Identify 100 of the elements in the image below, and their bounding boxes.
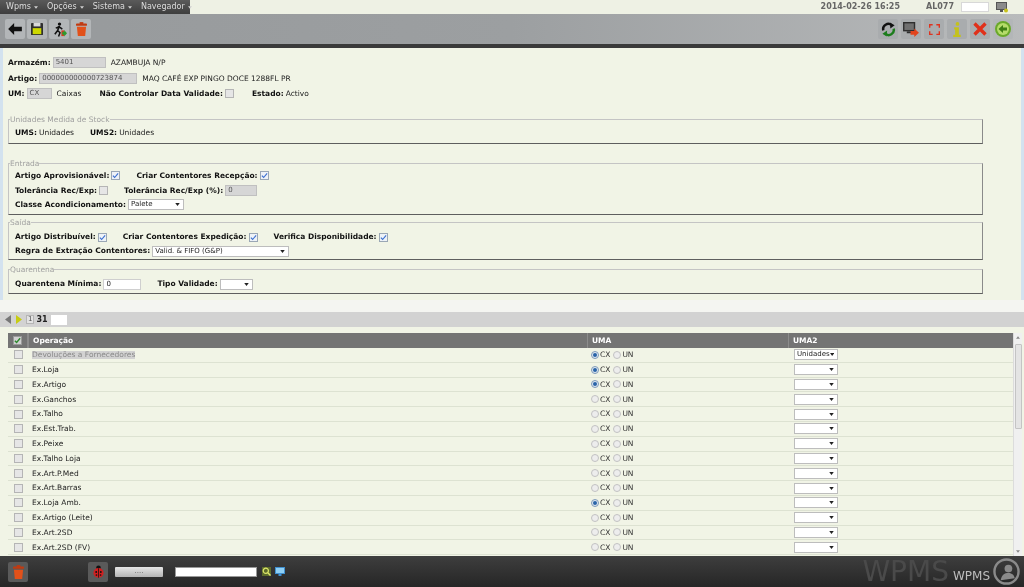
checkbox[interactable] — [13, 468, 23, 478]
radio-button[interactable] — [613, 454, 622, 463]
checkbox[interactable] — [259, 171, 269, 181]
checkbox[interactable] — [13, 394, 23, 404]
delete-button[interactable] — [8, 561, 28, 582]
radio-button[interactable] — [613, 365, 622, 374]
select-field[interactable] — [794, 482, 838, 494]
radio-button[interactable] — [613, 350, 622, 359]
confirm-button[interactable] — [993, 19, 1013, 39]
radio-button[interactable] — [591, 365, 599, 374]
caret-icon — [33, 5, 38, 9]
radio-button[interactable] — [613, 395, 622, 404]
select-field[interactable] — [794, 541, 838, 553]
radio-button[interactable] — [613, 424, 622, 433]
search-button[interactable] — [262, 567, 271, 576]
radio-button[interactable] — [613, 410, 622, 419]
exit-button[interactable] — [49, 19, 69, 39]
select-field[interactable] — [794, 526, 838, 538]
radio-button[interactable] — [591, 380, 599, 389]
display-button[interactable] — [275, 567, 285, 576]
checkbox[interactable] — [99, 185, 109, 195]
checkbox[interactable] — [13, 498, 23, 508]
radio-button[interactable] — [613, 484, 622, 493]
export-button[interactable] — [901, 19, 921, 39]
info-button[interactable] — [947, 19, 967, 39]
radio-button[interactable] — [591, 395, 599, 404]
refresh-button[interactable] — [878, 19, 898, 39]
tick-icon — [98, 233, 106, 241]
select-field[interactable] — [794, 364, 838, 376]
menu-item[interactable]: Navegador — [140, 3, 192, 11]
radio-button[interactable] — [613, 513, 622, 522]
checkbox[interactable] — [13, 409, 23, 419]
caret-icon — [829, 368, 834, 372]
checkbox[interactable] — [13, 513, 23, 523]
checkbox[interactable] — [13, 527, 23, 537]
radio-button[interactable] — [613, 498, 622, 507]
bug-report-button[interactable] — [88, 561, 108, 582]
checkbox[interactable] — [13, 424, 23, 434]
radio-button[interactable] — [591, 498, 599, 507]
radio-button[interactable] — [591, 454, 599, 463]
checkbox[interactable] — [13, 542, 23, 552]
page-input[interactable] — [50, 314, 67, 325]
radio-button[interactable] — [613, 543, 622, 552]
radio-button[interactable] — [591, 424, 599, 433]
scrollbar[interactable] — [1013, 333, 1022, 556]
tick-icon — [249, 233, 257, 241]
checkbox[interactable] — [248, 232, 258, 242]
next-page-button[interactable] — [16, 315, 22, 324]
menu-item[interactable]: Wpms — [6, 3, 38, 11]
input-field[interactable] — [961, 2, 989, 12]
ladybug-icon — [91, 565, 105, 578]
page-count: 31 — [36, 315, 48, 324]
trash-icon — [12, 564, 24, 579]
close-icon — [973, 22, 987, 36]
radio-button[interactable] — [591, 484, 599, 493]
select-field[interactable] — [794, 467, 838, 479]
checkbox[interactable] — [13, 365, 23, 375]
close-button[interactable] — [970, 19, 990, 39]
checkbox[interactable] — [13, 350, 23, 360]
select-field[interactable] — [794, 408, 838, 420]
radio-button[interactable] — [591, 439, 599, 448]
radio-button[interactable] — [591, 528, 599, 537]
previous-page-button[interactable] — [5, 315, 11, 324]
radio-button[interactable] — [613, 469, 622, 478]
caret-icon — [829, 486, 834, 490]
checkbox[interactable] — [97, 232, 107, 242]
select-field[interactable] — [794, 423, 838, 435]
menu-item[interactable]: Sistema — [92, 3, 132, 11]
select-field[interactable] — [794, 379, 838, 390]
radio-button[interactable] — [591, 469, 599, 478]
checkbox[interactable] — [13, 483, 23, 493]
checkbox[interactable] — [13, 439, 23, 449]
checkbox[interactable] — [224, 89, 234, 99]
search-input[interactable] — [175, 566, 257, 577]
menu-item[interactable]: Opções — [46, 3, 84, 11]
select-field[interactable] — [794, 438, 838, 450]
radio-button[interactable] — [613, 528, 622, 537]
checkbox[interactable] — [111, 171, 121, 181]
select-field[interactable] — [794, 452, 838, 464]
select-field[interactable] — [794, 497, 838, 509]
save-button[interactable] — [27, 19, 47, 39]
select-all-checkbox[interactable] — [13, 336, 22, 345]
checkbox[interactable] — [378, 232, 388, 242]
select-field[interactable] — [219, 278, 253, 290]
radio-button[interactable] — [591, 350, 599, 359]
back-button[interactable] — [5, 19, 25, 39]
scrollbar-thumb[interactable] — [1014, 344, 1022, 429]
select-field[interactable] — [794, 512, 838, 524]
tick-icon — [14, 337, 21, 344]
select-field[interactable] — [794, 393, 838, 405]
checkbox[interactable] — [13, 380, 23, 389]
radio-button[interactable] — [591, 410, 599, 419]
radio-button[interactable] — [591, 513, 599, 522]
monitor-icon — [275, 567, 285, 576]
caret-icon — [829, 412, 834, 416]
caret-icon — [829, 516, 834, 520]
radio-button[interactable] — [613, 380, 622, 389]
radio-button[interactable] — [613, 439, 622, 448]
checkbox[interactable] — [13, 453, 23, 463]
radio-button[interactable] — [591, 543, 599, 552]
